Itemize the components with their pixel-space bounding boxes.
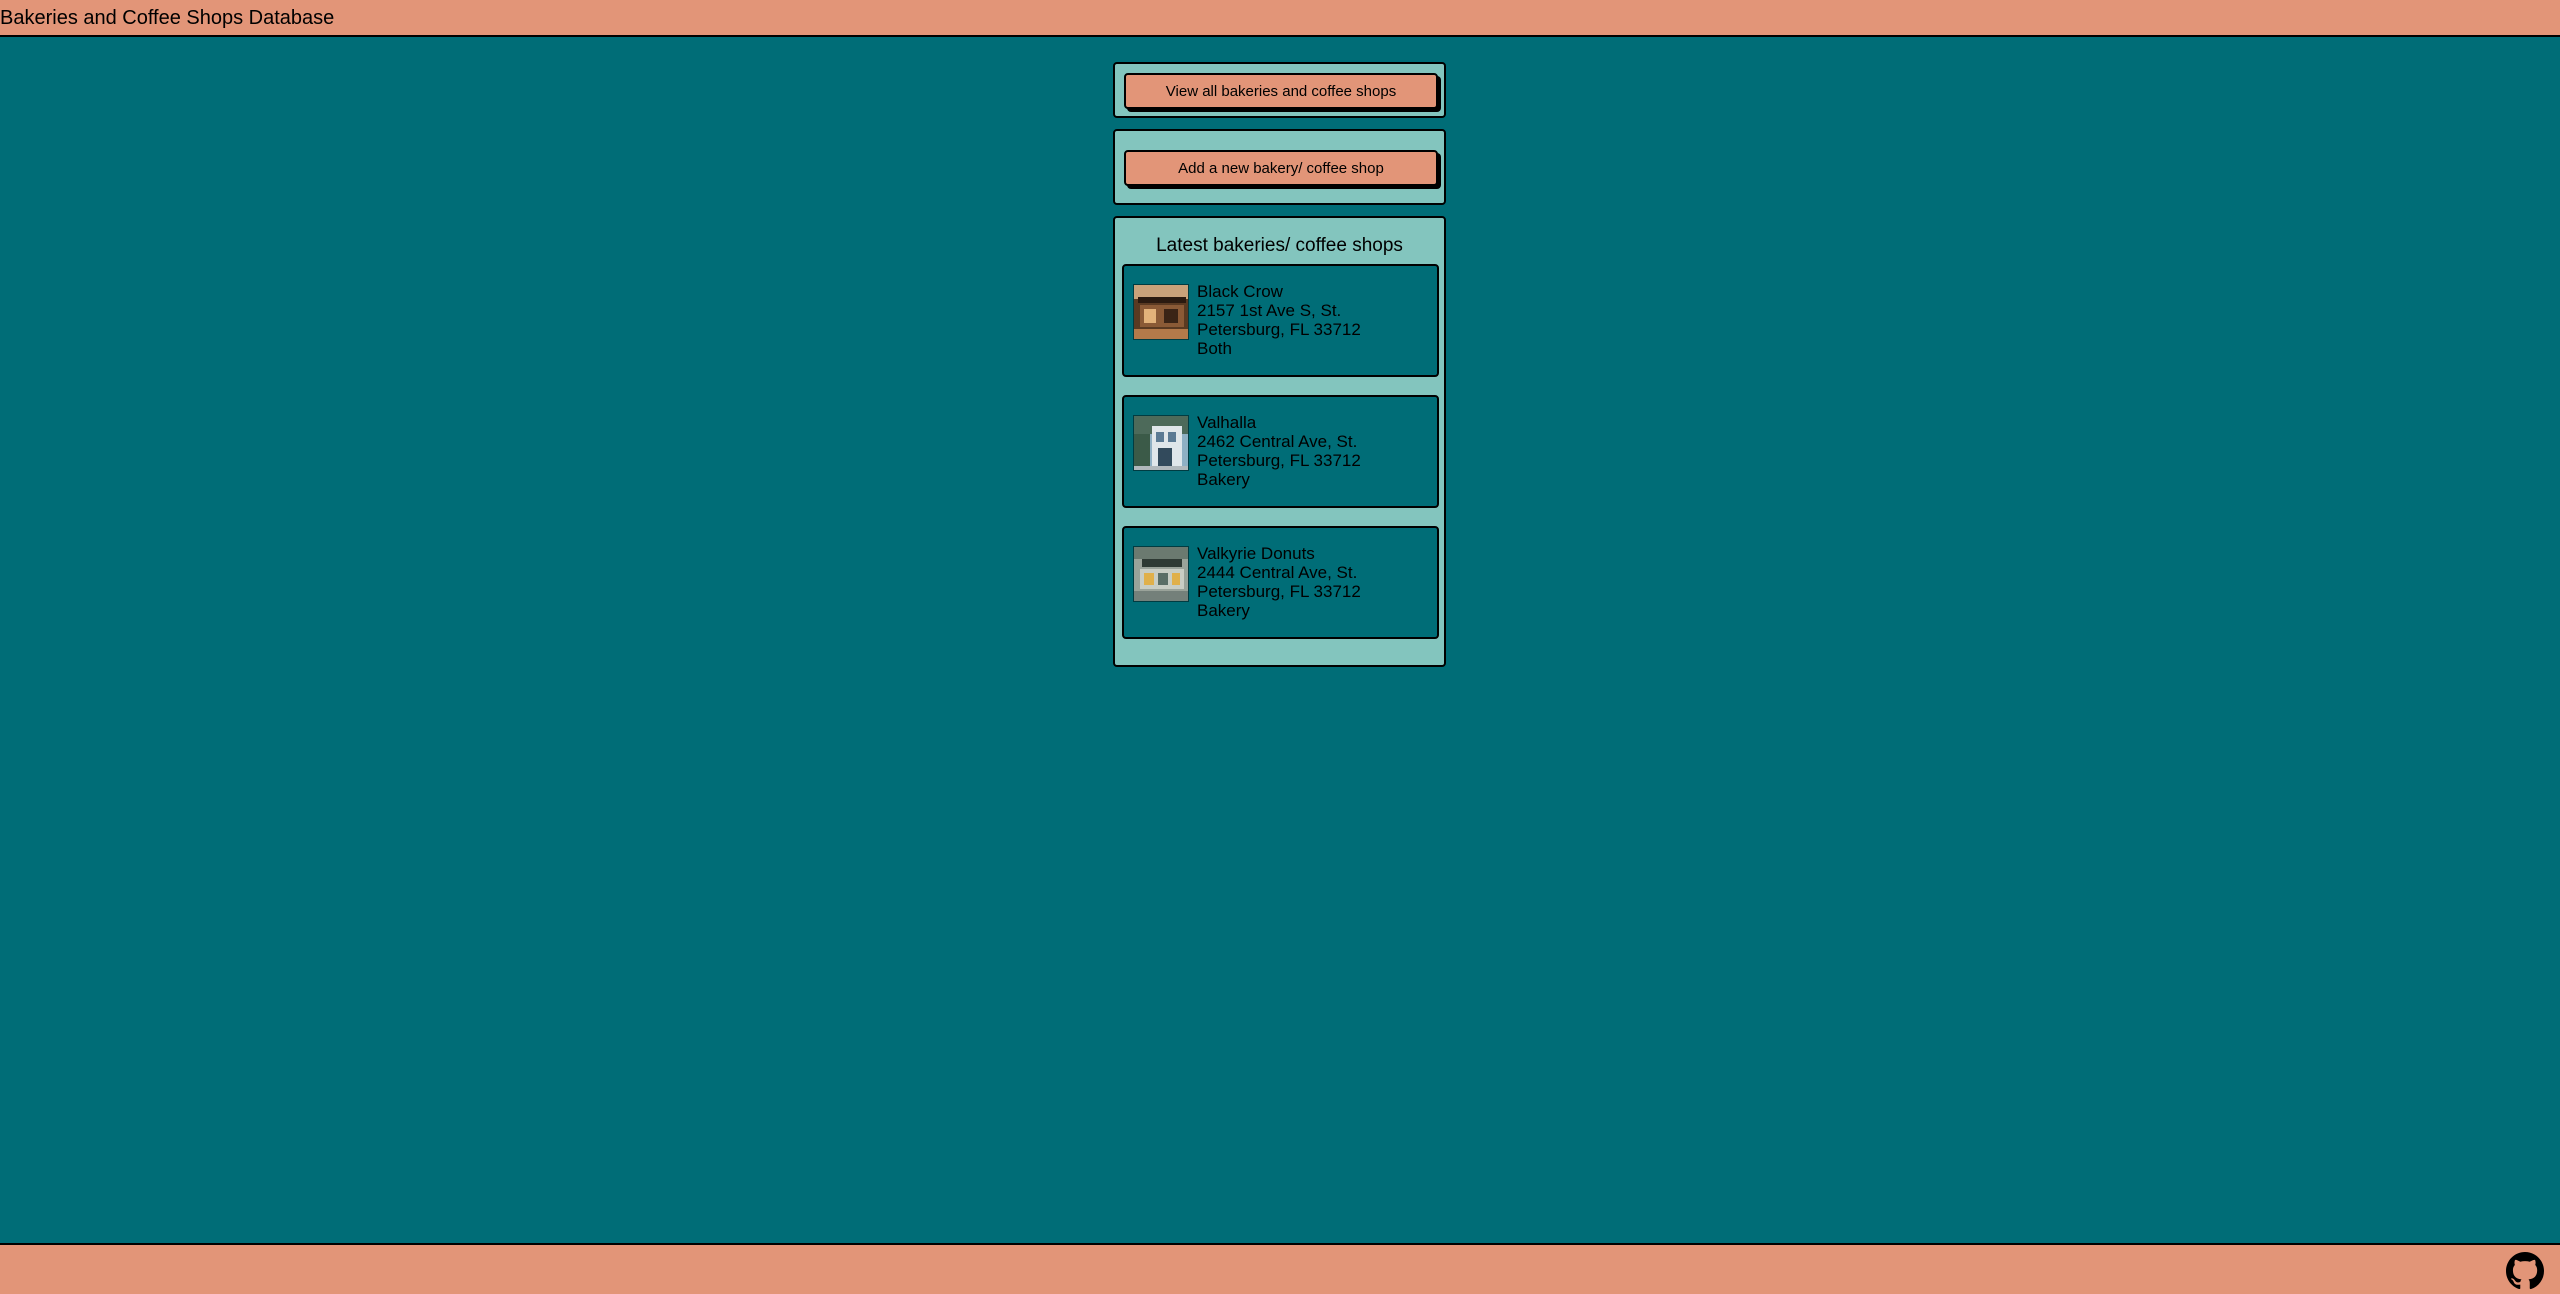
shop-photo	[1133, 415, 1189, 471]
shop-info: Valhalla 2462 Central Ave, St. Petersbur…	[1197, 413, 1397, 489]
shop-address: 2462 Central Ave, St. Petersburg, FL 337…	[1197, 432, 1361, 470]
github-icon[interactable]	[2506, 1252, 2544, 1290]
shop-address: 2157 1st Ave S, St. Petersburg, FL 33712	[1197, 301, 1361, 339]
latest-title: Latest bakeries/ coffee shops	[1156, 235, 1403, 256]
latest-panel: Latest bakeries/ coffee shops Black Crow…	[1113, 216, 1446, 667]
footer-bar	[0, 1243, 2560, 1294]
shop-info: Valkyrie Donuts 2444 Central Ave, St. Pe…	[1197, 544, 1397, 620]
shop-photo	[1133, 546, 1189, 602]
shop-name: Black Crow	[1197, 282, 1283, 301]
shop-name: Valkyrie Donuts	[1197, 544, 1315, 563]
shop-type: Bakery	[1197, 470, 1250, 489]
add-new-button[interactable]: Add a new bakery/ coffee shop	[1124, 150, 1438, 186]
page-title: Bakeries and Coffee Shops Database	[0, 7, 335, 29]
view-all-button[interactable]: View all bakeries and coffee shops	[1124, 73, 1438, 109]
shop-photo	[1133, 284, 1189, 340]
header-bar: Bakeries and Coffee Shops Database	[0, 0, 2560, 37]
shop-card[interactable]: Black Crow 2157 1st Ave S, St. Petersbur…	[1122, 264, 1439, 377]
shop-type: Bakery	[1197, 601, 1250, 620]
shop-type: Both	[1197, 339, 1232, 358]
shop-card[interactable]: Valhalla 2462 Central Ave, St. Petersbur…	[1122, 395, 1439, 508]
shop-info: Black Crow 2157 1st Ave S, St. Petersbur…	[1197, 282, 1397, 358]
shop-card[interactable]: Valkyrie Donuts 2444 Central Ave, St. Pe…	[1122, 526, 1439, 639]
shop-name: Valhalla	[1197, 413, 1257, 432]
shop-address: 2444 Central Ave, St. Petersburg, FL 337…	[1197, 563, 1361, 601]
add-new-panel: Add a new bakery/ coffee shop	[1113, 129, 1446, 205]
view-all-panel: View all bakeries and coffee shops	[1113, 62, 1446, 118]
